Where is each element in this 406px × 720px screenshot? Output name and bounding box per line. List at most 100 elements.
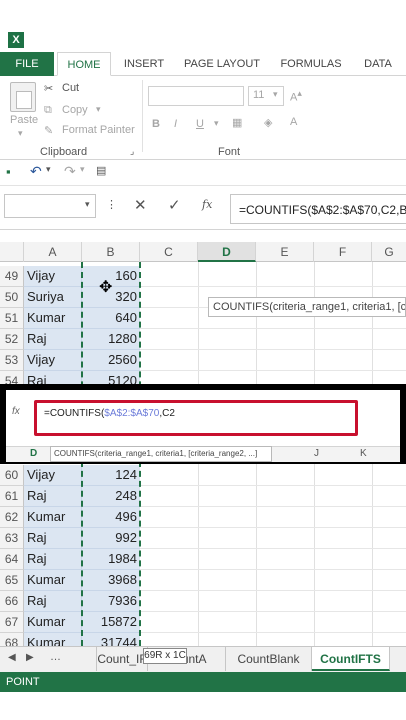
redo-dropdown-icon[interactable]: ▾ xyxy=(80,164,85,175)
font-size-box[interactable]: 11 ▾ xyxy=(248,86,284,106)
cell-value[interactable]: 15872 xyxy=(82,612,140,633)
row-header[interactable]: 61 xyxy=(0,486,24,507)
font-name-box[interactable] xyxy=(148,86,244,106)
print-preview-icon[interactable]: ▤ xyxy=(96,164,106,177)
paste-dropdown-icon[interactable]: ▾ xyxy=(18,128,23,139)
cell-value[interactable]: 640 xyxy=(82,308,140,329)
zoom-formula-prefix: =COUNTIFS( xyxy=(44,408,105,419)
status-bar: POINT xyxy=(0,672,406,692)
cell-name[interactable]: Vijay xyxy=(24,465,82,486)
tab-page-layout[interactable]: PAGE LAYOUT xyxy=(183,52,261,76)
sheet-tab-countblank[interactable]: CountBlank xyxy=(226,647,312,671)
paste-button[interactable]: Paste xyxy=(10,114,38,126)
column-header-e[interactable]: E xyxy=(256,242,314,262)
cell-name[interactable]: Vijay xyxy=(24,350,82,371)
format-painter-button[interactable]: Format Painter xyxy=(62,124,135,136)
italic-button[interactable]: I xyxy=(174,118,177,130)
copy-button[interactable]: Copy xyxy=(62,104,88,116)
cell-value[interactable]: 3968 xyxy=(82,570,140,591)
cell-value[interactable]: 124 xyxy=(82,465,140,486)
cancel-icon[interactable]: ✕ xyxy=(134,196,147,214)
tab-home[interactable]: HOME xyxy=(57,52,111,76)
cell-value[interactable]: 496 xyxy=(82,507,140,528)
column-header-a[interactable]: A xyxy=(24,242,82,262)
row-header[interactable]: 50 xyxy=(0,287,24,308)
cell-value[interactable]: 2560 xyxy=(82,350,140,371)
cell-name[interactable]: Vijay xyxy=(24,266,82,287)
function-tooltip: COUNTIFS(criteria_range1, criteria1, [cr… xyxy=(208,297,406,317)
cell-name[interactable]: Raj xyxy=(24,549,82,570)
grid-line xyxy=(140,370,406,371)
copy-dropdown-icon[interactable]: ▾ xyxy=(96,104,101,115)
cell-value[interactable]: 1280 xyxy=(82,329,140,350)
cell-name[interactable]: Kumar xyxy=(24,612,82,633)
selection-size-tooltip: 69R x 1C xyxy=(143,648,187,664)
scroll-left-icon[interactable]: ◀ xyxy=(8,652,16,663)
tab-insert[interactable]: INSERT xyxy=(118,52,170,76)
cell-name[interactable]: Raj xyxy=(24,591,82,612)
font-size-dropdown-icon[interactable]: ▾ xyxy=(273,89,278,100)
cell-name[interactable]: Kumar xyxy=(24,507,82,528)
tab-formulas[interactable]: FORMULAS xyxy=(276,52,346,76)
cell-value[interactable]: 1984 xyxy=(82,549,140,570)
undo-icon[interactable]: ↶ xyxy=(30,163,42,180)
bold-button[interactable]: B xyxy=(152,118,160,130)
cell-name[interactable]: Raj xyxy=(24,486,82,507)
cell-value[interactable]: 248 xyxy=(82,486,140,507)
sheet-tab-count-if[interactable]: Count_IF xyxy=(96,647,148,671)
borders-icon[interactable]: ▦ xyxy=(232,116,242,129)
cell-name[interactable]: Kumar xyxy=(24,308,82,329)
scroll-right-icon[interactable]: ▶ xyxy=(26,652,34,663)
column-header-f[interactable]: F xyxy=(314,242,372,262)
cut-button[interactable]: Cut xyxy=(62,82,79,94)
font-color-icon[interactable]: A xyxy=(290,116,297,128)
cell-name[interactable]: Suriya xyxy=(24,287,82,308)
row-header[interactable]: 63 xyxy=(0,528,24,549)
ribbon-separator xyxy=(142,80,143,152)
ribbon-tabs: FILE HOME INSERT PAGE LAYOUT FORMULAS DA… xyxy=(0,52,406,76)
row-header[interactable]: 53 xyxy=(0,350,24,371)
formula-input[interactable]: =COUNTIFS($A$2:$A$70,C2,B2 xyxy=(230,194,406,224)
row-header[interactable]: 60 xyxy=(0,465,24,486)
sheet-tab-countifts[interactable]: CountIFTS xyxy=(312,647,390,671)
column-header-c[interactable]: C xyxy=(140,242,198,262)
row-header[interactable]: 65 xyxy=(0,570,24,591)
tab-data[interactable]: DATA xyxy=(358,52,398,76)
cell-name[interactable]: Raj xyxy=(24,528,82,549)
column-header-b[interactable]: B xyxy=(82,242,140,262)
save-icon[interactable]: ▪ xyxy=(6,164,11,179)
select-all-corner[interactable] xyxy=(0,242,24,262)
redo-icon[interactable]: ↷ xyxy=(64,163,76,180)
cell-name[interactable]: Raj xyxy=(24,329,82,350)
cell-value[interactable]: 7936 xyxy=(82,591,140,612)
row-header[interactable]: 67 xyxy=(0,612,24,633)
column-header-g[interactable]: G xyxy=(372,242,406,262)
underline-dropdown-icon[interactable]: ▾ xyxy=(214,118,219,129)
paste-icon[interactable] xyxy=(10,82,36,112)
cell-name[interactable]: Kumar xyxy=(24,570,82,591)
row-header[interactable]: 62 xyxy=(0,507,24,528)
increase-font-icon[interactable]: A▴ xyxy=(290,88,302,104)
grid-line xyxy=(140,569,406,570)
row-header[interactable]: 66 xyxy=(0,591,24,612)
quick-access-toolbar: ▪ ↶ ▾ ↷ ▾ ▤ xyxy=(0,160,406,186)
cell-value[interactable]: 992 xyxy=(82,528,140,549)
row-header[interactable]: 64 xyxy=(0,549,24,570)
row-header[interactable]: 51 xyxy=(0,308,24,329)
fill-color-icon[interactable]: ◈ xyxy=(264,116,272,129)
zoom-formula-suffix: ,C2 xyxy=(159,408,175,419)
tab-file[interactable]: FILE xyxy=(0,52,54,76)
clipboard-launcher-icon[interactable]: ⌟ xyxy=(130,146,134,157)
row-header[interactable]: 52 xyxy=(0,329,24,350)
undo-dropdown-icon[interactable]: ▾ xyxy=(46,164,51,175)
insert-function-button[interactable]: fx xyxy=(202,198,212,211)
underline-button[interactable]: U xyxy=(196,118,204,130)
name-box[interactable]: ▾ xyxy=(4,194,96,218)
column-header-d[interactable]: D xyxy=(198,242,256,262)
grid-line xyxy=(140,506,406,507)
enter-icon[interactable]: ✓ xyxy=(168,196,181,214)
more-sheets-icon[interactable]: … xyxy=(50,651,61,663)
ribbon-home: Paste ▾ ✂ Cut ⧉ Copy ▾ ✎ Format Painter … xyxy=(0,76,406,160)
row-header[interactable]: 49 xyxy=(0,266,24,287)
name-box-dropdown-icon[interactable]: ▾ xyxy=(85,199,90,210)
